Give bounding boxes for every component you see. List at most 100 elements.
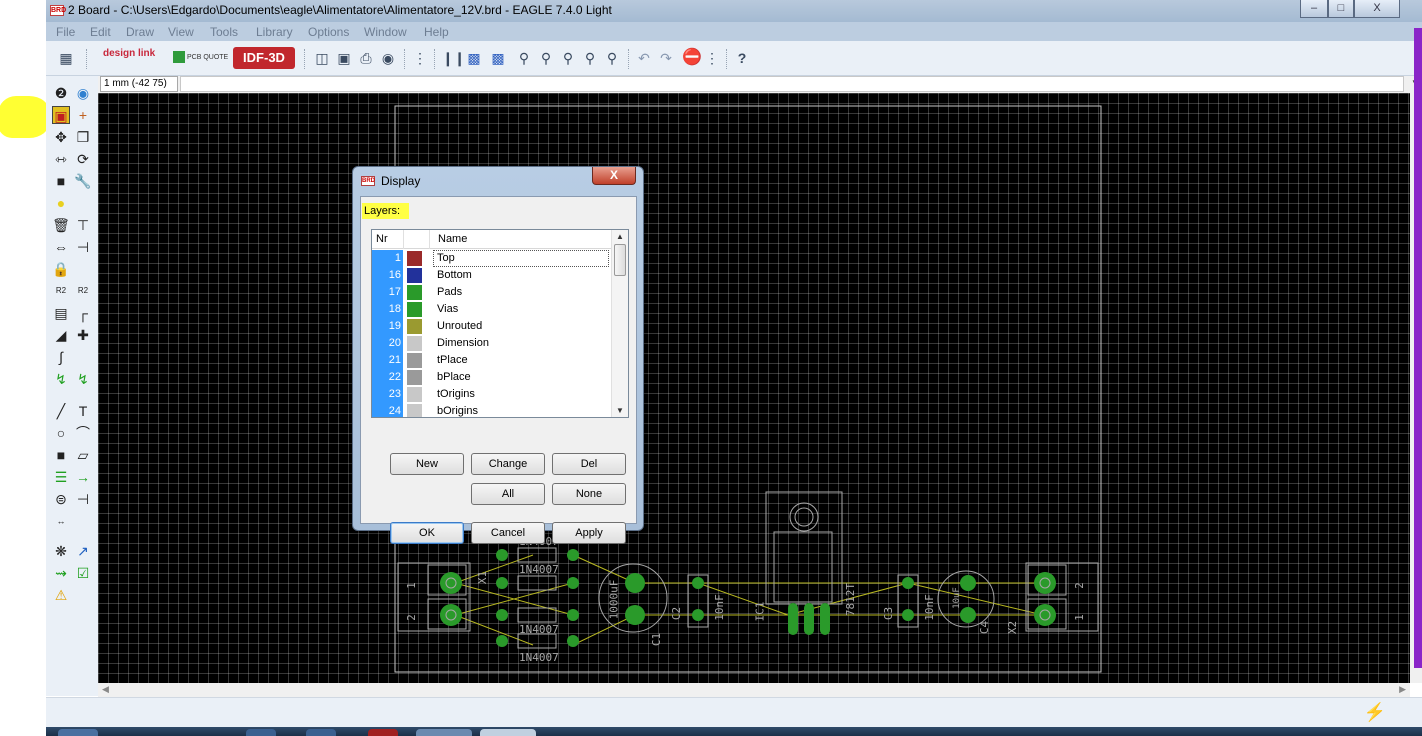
grid-icon[interactable]: ▦ <box>58 50 74 66</box>
autorouter-icon[interactable]: ↗ <box>74 542 92 560</box>
scroll-thumb[interactable] <box>614 244 626 276</box>
horizontal-scrollbar[interactable]: ◀ ▶ <box>98 683 1410 697</box>
none-button[interactable]: None <box>552 483 626 505</box>
paste-icon[interactable]: ● <box>52 194 70 212</box>
drc-icon[interactable]: ☑ <box>74 564 92 582</box>
copy-icon[interactable]: ❐ <box>74 128 92 146</box>
layer-list-scrollbar[interactable]: ▲ ▼ <box>611 230 628 417</box>
scroll-down-icon[interactable]: ▼ <box>616 406 624 415</box>
arc-icon[interactable]: ⌒ <box>74 424 92 442</box>
circle-icon[interactable]: ○ <box>52 424 70 442</box>
taskbar-item[interactable] <box>416 729 472 736</box>
go-icon[interactable]: ⋮ <box>704 50 720 66</box>
taskbar-item-active[interactable] <box>480 729 536 736</box>
layer-icon[interactable]: ▩ <box>490 50 506 66</box>
layer-row[interactable]: 20 Dimension <box>372 335 612 352</box>
errors-icon[interactable]: ⚠ <box>52 586 70 604</box>
zoom-out-icon[interactable]: ⚲ <box>560 50 576 66</box>
cam-processor-icon[interactable]: ◉ <box>380 50 396 66</box>
layer-row[interactable]: 22 bPlace <box>372 369 612 386</box>
save-icon[interactable]: ▣ <box>336 50 352 66</box>
pcb-quote-logo[interactable]: PCB QUOTE <box>173 51 228 63</box>
redraw-icon[interactable]: ⚲ <box>604 50 620 66</box>
show-icon[interactable]: ◉ <box>74 84 92 102</box>
new-button[interactable]: New <box>390 453 464 475</box>
erc-icon[interactable]: ⇝ <box>52 564 70 582</box>
replace-icon[interactable]: ⊣ <box>74 238 92 256</box>
designlink-logo[interactable]: design link <box>103 49 155 59</box>
taskbar-item[interactable] <box>368 729 398 736</box>
undo-icon[interactable]: ↶ <box>636 50 652 66</box>
add-icon[interactable]: ⊤ <box>74 216 92 234</box>
layer-list[interactable]: Nr Name 1 Top 16 Bottom 17 Pads 18 Vias 19 Unrout… <box>371 229 629 418</box>
text-icon[interactable]: T <box>74 402 92 420</box>
scroll-left-arrow-icon[interactable]: ◀ <box>102 684 109 695</box>
layer-row[interactable]: 16 Bottom <box>372 267 612 284</box>
header-name[interactable]: Name <box>438 233 467 245</box>
menu-file[interactable]: File <box>56 25 75 39</box>
ulp-icon[interactable]: ❙❙ <box>442 50 465 66</box>
zoom-select-icon[interactable]: ⚲ <box>582 50 598 66</box>
name-icon[interactable]: R2 <box>52 282 70 300</box>
all-button[interactable]: All <box>471 483 545 505</box>
command-input[interactable] <box>180 76 1404 92</box>
value-icon[interactable]: R2 <box>74 282 92 300</box>
window-close-button[interactable]: X <box>1354 0 1400 18</box>
lightning-icon[interactable]: ⚡ <box>1364 702 1386 723</box>
change-button[interactable]: Change <box>471 453 545 475</box>
print-icon[interactable]: ⎙ <box>358 50 374 66</box>
info-icon[interactable]: ❷ <box>52 84 70 102</box>
change-icon[interactable]: 🔧 <box>74 172 92 190</box>
scroll-right-arrow-icon[interactable]: ▶ <box>1399 684 1406 695</box>
wire-icon[interactable]: ╱ <box>52 402 70 420</box>
pinswap-icon[interactable]: ⇔ <box>52 238 70 256</box>
dimension-icon[interactable]: ↔ <box>52 512 70 530</box>
lock-icon[interactable]: 🔒 <box>52 260 70 278</box>
script-icon[interactable]: ⋮ <box>412 50 428 66</box>
start-orb[interactable] <box>58 729 98 736</box>
help-icon[interactable]: ? <box>734 50 750 66</box>
board-canvas[interactable]: 1N4007 1N4007 1N4007 1N4007 X1 1 2 1000u… <box>98 93 1410 683</box>
header-nr[interactable]: Nr <box>376 233 388 245</box>
cancel-button[interactable]: Cancel <box>471 522 545 544</box>
ripup-icon[interactable]: ↯ <box>74 370 92 388</box>
delete-icon[interactable]: 🗑 <box>52 216 70 234</box>
mark-icon[interactable]: + <box>74 106 92 124</box>
route-icon[interactable]: ↯ <box>52 370 70 388</box>
optimize-icon[interactable]: ✚ <box>74 326 92 344</box>
hole-icon[interactable]: ⊜ <box>52 490 70 508</box>
idf-3d-button[interactable]: IDF-3D <box>233 47 295 69</box>
scroll-up-icon[interactable]: ▲ <box>616 232 624 241</box>
split-icon[interactable]: ◢ <box>52 326 70 344</box>
taskbar-item[interactable] <box>306 729 336 736</box>
menu-view[interactable]: View <box>168 25 194 39</box>
menu-help[interactable]: Help <box>424 25 449 39</box>
layer-row[interactable]: 24 bOrigins <box>372 403 612 417</box>
ok-button[interactable]: OK <box>390 522 464 544</box>
layer-row[interactable]: 19 Unrouted <box>372 318 612 335</box>
layer-row[interactable]: 21 tPlace <box>372 352 612 369</box>
meander-icon[interactable]: ∫ <box>52 348 70 366</box>
menu-tools[interactable]: Tools <box>210 25 238 39</box>
open-icon[interactable]: ◫ <box>314 50 330 66</box>
dialog-close-button[interactable]: X <box>592 167 636 185</box>
menu-options[interactable]: Options <box>308 25 349 39</box>
layer-row[interactable]: 18 Vias <box>372 301 612 318</box>
layer-row[interactable]: 17 Pads <box>372 284 612 301</box>
miter-icon[interactable]: ┌ <box>74 304 92 322</box>
menu-edit[interactable]: Edit <box>90 25 111 39</box>
zoom-fit-icon[interactable]: ⚲ <box>516 50 532 66</box>
layer-row[interactable]: 1 Top <box>372 250 612 267</box>
signal-icon[interactable]: → <box>74 468 92 486</box>
via-icon[interactable]: ☰ <box>52 468 70 486</box>
menu-library[interactable]: Library <box>256 25 293 39</box>
minimize-button[interactable]: – <box>1300 0 1328 18</box>
mirror-icon[interactable]: ⇿ <box>52 150 70 168</box>
display-layers-icon[interactable]: ▣ <box>52 106 70 124</box>
polygon-icon[interactable]: ▱ <box>74 446 92 464</box>
redo-icon[interactable]: ↷ <box>658 50 674 66</box>
ratsnest-icon[interactable]: ❋ <box>52 542 70 560</box>
smash-icon[interactable]: ▤ <box>52 304 70 322</box>
group-icon[interactable]: ■ <box>52 172 70 190</box>
zoom-in-icon[interactable]: ⚲ <box>538 50 554 66</box>
